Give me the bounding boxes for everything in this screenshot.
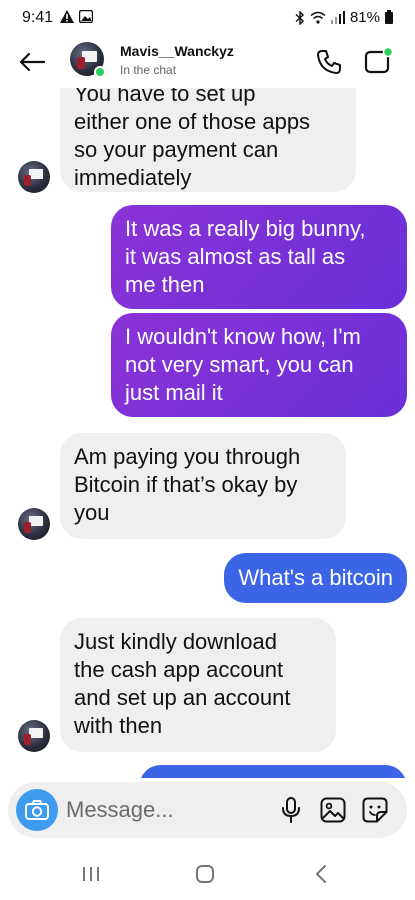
message-composer [8, 782, 407, 838]
message-line: and set up an account [74, 685, 291, 710]
bluetooth-icon [295, 10, 304, 25]
message-line: You have to set up [74, 88, 256, 106]
chat-header: Mavis__Wanckyz In the chat [0, 36, 415, 88]
message-line: with then [74, 713, 163, 738]
message-line: I wouldn't know how, I'm [125, 324, 361, 349]
video-call-button[interactable] [362, 44, 396, 78]
message-input[interactable] [66, 796, 256, 824]
battery-icon [385, 9, 393, 24]
status-time: 9:41 [22, 9, 54, 26]
image-notification-icon [79, 10, 93, 23]
video-camera-icon [364, 47, 394, 74]
message-incoming[interactable]: You have to set up either one of those a… [60, 88, 356, 192]
message-line: me then [125, 272, 205, 297]
message-line: so your payment can [74, 137, 279, 162]
system-nav-bar [0, 845, 415, 900]
status-bar: 9:41 81% [0, 0, 415, 36]
back-button[interactable] [16, 46, 48, 78]
recent-apps-icon [83, 867, 99, 881]
home-icon [196, 865, 214, 883]
message-incoming[interactable]: Just kindly download the cash app accoun… [60, 618, 336, 752]
gallery-button[interactable] [318, 795, 348, 825]
message-list[interactable]: You have to set up either one of those a… [0, 88, 415, 778]
notification-icons [60, 10, 93, 23]
camera-icon [25, 800, 49, 820]
sticker-button[interactable] [360, 795, 390, 825]
system-status: 81% [295, 9, 393, 26]
message-line: the cash app account [74, 657, 284, 682]
message-outgoing[interactable]: What's a bitcoin [224, 553, 407, 603]
wifi-icon [310, 11, 326, 24]
phone-icon [317, 50, 341, 74]
home-button[interactable] [194, 863, 216, 885]
signal-icon [330, 11, 345, 24]
message-outgoing-partial[interactable] [139, 765, 407, 778]
system-back-button[interactable] [310, 863, 332, 885]
voice-call-button[interactable] [313, 46, 345, 78]
contact-avatar-small[interactable] [18, 720, 50, 752]
message-line: It was a really big bunny, [125, 216, 366, 241]
contact-name[interactable]: Mavis__Wanckyz [120, 43, 234, 59]
online-indicator [94, 66, 106, 78]
contact-avatar-small[interactable] [18, 508, 50, 540]
message-incoming[interactable]: Am paying you through Bitcoin if that’s … [60, 433, 346, 539]
message-line: Just kindly download [74, 629, 278, 654]
message-line: Bitcoin if that’s okay by [74, 472, 298, 497]
message-line: What's a bitcoin [238, 565, 393, 590]
contact-status: In the chat [120, 63, 177, 77]
voice-message-button[interactable] [277, 796, 305, 824]
battery-percent: 81% [349, 9, 380, 26]
message-line: you [74, 500, 110, 525]
microphone-icon [282, 797, 300, 823]
message-line: either one of those apps [74, 109, 311, 134]
message-outgoing[interactable]: I wouldn't know how, I'm not very smart,… [111, 313, 407, 417]
message-line: immediately [74, 165, 192, 190]
image-icon [320, 797, 346, 823]
sticker-icon [362, 797, 388, 823]
chevron-left-icon [316, 865, 326, 883]
message-outgoing[interactable]: It was a really big bunny, it was almost… [111, 205, 407, 309]
contact-avatar-small[interactable] [18, 161, 50, 193]
arrow-left-icon [19, 52, 45, 72]
message-line: Am paying you through [74, 444, 301, 469]
warning-icon [60, 10, 74, 23]
message-line: it was almost as tall as [125, 244, 346, 269]
message-line: not very smart, you can [125, 352, 354, 377]
recent-apps-button[interactable] [80, 865, 102, 883]
camera-button[interactable] [16, 789, 58, 831]
message-line: just mail it [125, 380, 223, 405]
